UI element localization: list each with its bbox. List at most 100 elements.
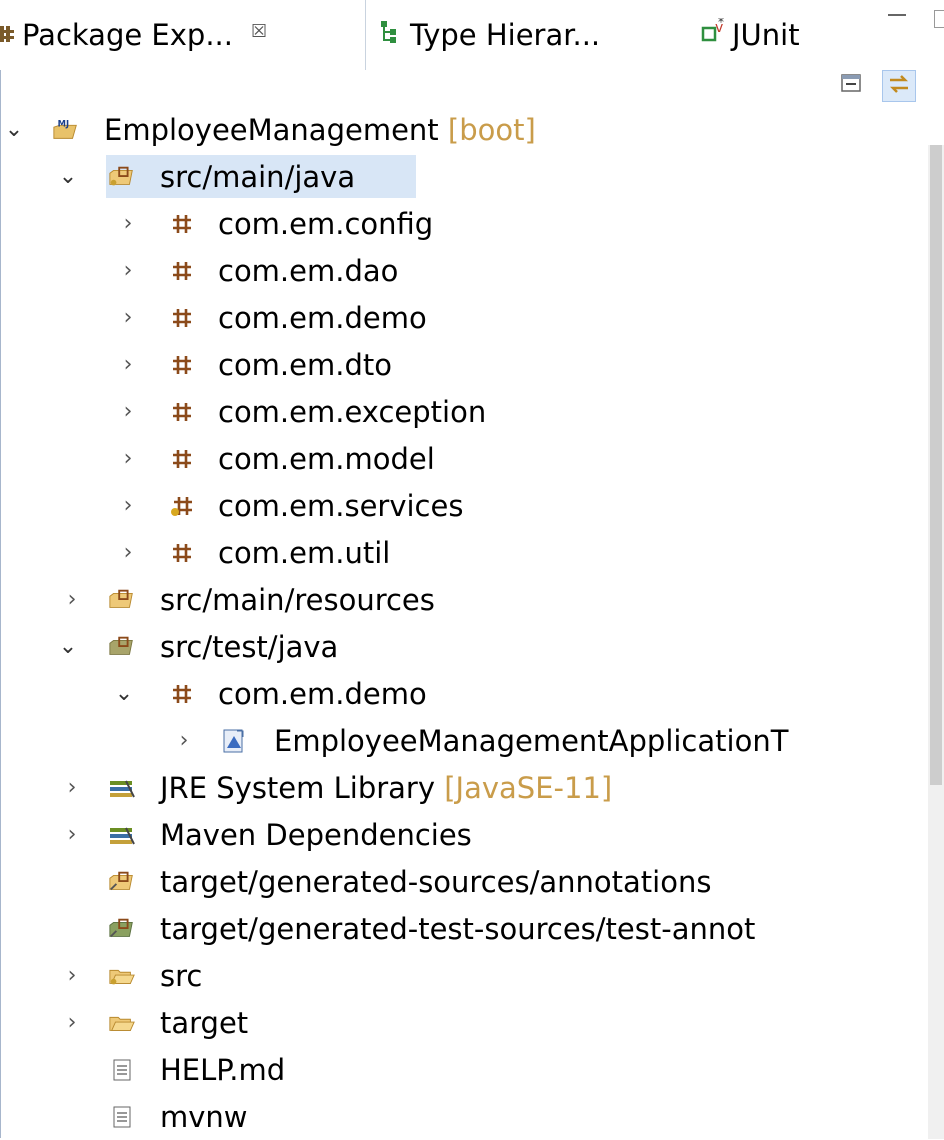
package-icon xyxy=(168,351,196,379)
item-label: target xyxy=(160,1005,249,1040)
item-label: com.em.dao xyxy=(218,253,399,288)
scrollbar-thumb[interactable] xyxy=(930,145,942,785)
tab-label: Package Exp... xyxy=(22,18,233,52)
chevron-down-icon[interactable]: ⌄ xyxy=(114,681,134,706)
item-label: com.em.util xyxy=(218,535,391,570)
type-hierarchy-icon xyxy=(378,18,402,52)
tree-item-jre-library[interactable]: › JRE System Library [JavaSE-11] xyxy=(0,764,928,811)
text-file-icon xyxy=(108,1056,136,1084)
library-icon xyxy=(108,821,136,849)
minimize-icon[interactable] xyxy=(888,14,906,24)
tree-item-package[interactable]: › com.em.dto xyxy=(0,341,928,388)
tab-package-explorer[interactable]: Package Exp... ☒ xyxy=(0,0,366,70)
chevron-right-icon[interactable]: › xyxy=(118,211,138,236)
tree-item-package[interactable]: › com.em.dao xyxy=(0,247,928,294)
item-label: mvnw xyxy=(160,1099,248,1134)
tree-item-test-class[interactable]: › EmployeeManagementApplicationT xyxy=(0,717,928,764)
junit-icon: v * xyxy=(700,15,730,53)
tree-item-mvnw[interactable]: mvnw xyxy=(0,1093,928,1140)
svg-text:*: * xyxy=(718,18,724,29)
tree-item-src-test-java[interactable]: ⌄ src/test/java xyxy=(0,623,928,670)
tree-item-target-folder[interactable]: › target xyxy=(0,999,928,1046)
chevron-right-icon[interactable]: › xyxy=(174,728,194,753)
package-icon xyxy=(168,257,196,285)
item-label: com.em.exception xyxy=(218,394,487,429)
item-label: src/main/resources xyxy=(160,582,435,617)
view-tab-bar: Package Exp... ☒ Type Hierar... v * JUnit xyxy=(0,0,944,70)
tree-item-generated-sources[interactable]: target/generated-sources/annotations xyxy=(0,858,928,905)
package-icon xyxy=(168,210,196,238)
java-class-file-icon xyxy=(220,727,248,755)
chevron-right-icon[interactable]: › xyxy=(118,540,138,565)
svg-text:J: J xyxy=(65,118,69,128)
chevron-right-icon[interactable]: › xyxy=(118,493,138,518)
item-label: HELP.md xyxy=(160,1052,286,1087)
source-folder-icon xyxy=(108,868,136,896)
maven-project-icon: MJ xyxy=(52,116,80,144)
item-label: target/generated-sources/annotations xyxy=(160,864,712,899)
chevron-right-icon[interactable]: › xyxy=(118,258,138,283)
package-icon xyxy=(168,539,196,567)
tree-item-package[interactable]: › com.em.demo xyxy=(0,294,928,341)
item-label: com.em.model xyxy=(218,441,435,476)
project-decoration: [boot] xyxy=(447,112,536,147)
item-label: src/main/java xyxy=(160,159,356,194)
chevron-down-icon[interactable]: ⌄ xyxy=(58,164,78,189)
tab-junit[interactable]: v * JUnit xyxy=(700,0,800,70)
package-icon xyxy=(168,398,196,426)
collapse-all-icon xyxy=(840,72,862,98)
folder-icon xyxy=(108,962,136,990)
jre-decoration: [JavaSE-11] xyxy=(444,770,613,805)
item-label: target/generated-test-sources/test-annot xyxy=(160,911,756,946)
chevron-right-icon[interactable]: › xyxy=(118,352,138,377)
chevron-right-icon[interactable]: › xyxy=(118,305,138,330)
item-label: Maven Dependencies xyxy=(160,817,472,852)
tree-item-src-main-java[interactable]: ⌄ src/main/java xyxy=(0,153,928,200)
test-source-folder-icon xyxy=(108,633,136,661)
link-with-editor-icon xyxy=(887,73,911,99)
item-label: EmployeeManagementApplicationT xyxy=(274,723,789,758)
package-explorer-icon xyxy=(0,18,14,52)
tree-item-package[interactable]: › com.em.services xyxy=(0,482,928,529)
chevron-right-icon[interactable]: › xyxy=(62,822,82,847)
tree-item-package[interactable]: › com.em.model xyxy=(0,435,928,482)
item-label: src xyxy=(160,958,203,993)
test-source-folder-icon xyxy=(108,915,136,943)
tree-item-package[interactable]: › com.em.exception xyxy=(0,388,928,435)
tree-item-package[interactable]: › com.em.util xyxy=(0,529,928,576)
library-icon xyxy=(108,774,136,802)
folder-icon xyxy=(108,1009,136,1037)
tree-item-test-package[interactable]: ⌄ com.em.demo xyxy=(0,670,928,717)
chevron-right-icon[interactable]: › xyxy=(118,399,138,424)
chevron-right-icon[interactable]: › xyxy=(62,775,82,800)
tab-label: Type Hierar... xyxy=(410,18,601,52)
maximize-icon[interactable] xyxy=(934,10,944,28)
chevron-down-icon[interactable]: ⌄ xyxy=(4,117,24,142)
view-toolbar xyxy=(0,70,944,104)
tab-type-hierarchy[interactable]: Type Hierar... xyxy=(378,0,600,70)
item-label: com.em.services xyxy=(218,488,464,523)
chevron-down-icon[interactable]: ⌄ xyxy=(58,634,78,659)
tab-label: JUnit xyxy=(732,18,800,52)
tree-item-help-md[interactable]: HELP.md xyxy=(0,1046,928,1093)
tree-item-maven-dependencies[interactable]: › Maven Dependencies xyxy=(0,811,928,858)
tree-item-package[interactable]: › com.em.config xyxy=(0,200,928,247)
source-folder-icon xyxy=(108,163,136,191)
tree-item-project[interactable]: ⌄ MJ EmployeeManagement [boot] xyxy=(0,106,928,153)
item-label: com.em.config xyxy=(218,206,434,241)
package-icon xyxy=(168,445,196,473)
chevron-right-icon[interactable]: › xyxy=(62,963,82,988)
chevron-right-icon[interactable]: › xyxy=(62,1010,82,1035)
link-with-editor-button[interactable] xyxy=(882,70,916,102)
close-icon[interactable]: ☒ xyxy=(251,21,267,42)
text-file-icon xyxy=(108,1103,136,1131)
source-folder-icon xyxy=(108,586,136,614)
item-label: JRE System Library xyxy=(160,770,436,805)
chevron-right-icon[interactable]: › xyxy=(62,587,82,612)
tree-item-src-folder[interactable]: › src xyxy=(0,952,928,999)
package-warning-icon xyxy=(168,492,196,520)
tree-item-src-main-resources[interactable]: › src/main/resources xyxy=(0,576,928,623)
collapse-all-button[interactable] xyxy=(835,70,867,100)
tree-item-generated-test-sources[interactable]: target/generated-test-sources/test-annot xyxy=(0,905,928,952)
chevron-right-icon[interactable]: › xyxy=(118,446,138,471)
